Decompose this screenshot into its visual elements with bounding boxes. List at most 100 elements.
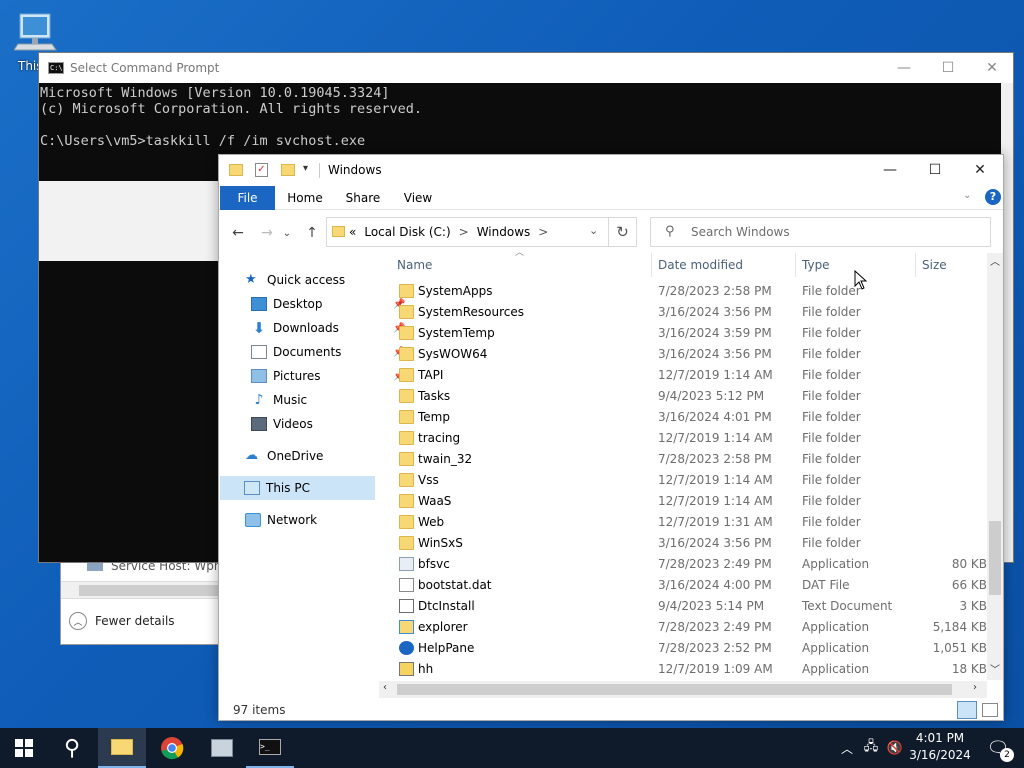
nav-music[interactable]: ♪ Music <box>251 388 308 412</box>
show-hidden-icons-button[interactable]: ︿ <box>838 728 856 768</box>
list-item[interactable]: Temp 3/16/2024 4:01 PM File folder <box>391 407 987 428</box>
maximize-button[interactable]: ☐ <box>925 53 971 83</box>
breadcrumb-separator[interactable]: > <box>538 225 548 239</box>
cmd-icon: C:\ <box>48 62 64 74</box>
taskbar-command-prompt[interactable]: >_ <box>246 728 294 768</box>
forward-arrow-icon[interactable]: → <box>257 223 277 243</box>
maximize-button[interactable]: ☐ <box>912 155 958 185</box>
file-explorer-window[interactable]: ✓ ▾ Windows — ☐ ✕ File Home Share View ⌄… <box>218 154 1004 721</box>
nav-documents[interactable]: Documents📌 <box>251 340 405 364</box>
recent-locations-icon[interactable]: ⌄ <box>281 223 293 243</box>
file-date-modified: 3/16/2024 4:00 PM <box>658 578 772 592</box>
refresh-button[interactable]: ↻ <box>609 217 637 247</box>
nav-downloads[interactable]: ⬇Downloads📌 <box>251 316 406 340</box>
list-item[interactable]: bfsvc 7/28/2023 2:49 PM Application 80 KB <box>391 554 987 575</box>
up-arrow-icon[interactable]: ↑ <box>302 223 322 243</box>
horizontal-scrollbar[interactable]: ‹ › <box>379 681 987 698</box>
documents-icon <box>251 345 267 359</box>
windows-logo-icon <box>15 739 33 757</box>
scroll-left-icon[interactable]: ‹ <box>383 682 387 693</box>
tab-share[interactable]: Share <box>339 186 387 210</box>
search-box[interactable]: ⚲ Search Windows <box>650 217 991 247</box>
list-item[interactable]: Web 12/7/2019 1:31 AM File folder <box>391 512 987 533</box>
explorer-title-bar[interactable]: ✓ ▾ Windows — ☐ ✕ <box>219 155 1003 186</box>
system-clock[interactable]: 4:01 PM 3/16/2024 <box>906 730 974 764</box>
list-item[interactable]: WinSxS 3/16/2024 3:56 PM File folder <box>391 533 987 554</box>
nav-network[interactable]: Network <box>245 508 317 532</box>
list-item[interactable]: DtcInstall 9/4/2023 5:14 PM Text Document 3… <box>391 596 987 617</box>
address-overflow[interactable]: « <box>349 225 356 239</box>
breadcrumb-separator[interactable]: > <box>459 225 469 239</box>
column-date-modified[interactable]: Date modified <box>652 253 796 277</box>
list-item[interactable]: SystemTemp 3/16/2024 3:59 PM File folder <box>391 323 987 344</box>
scroll-right-icon[interactable]: › <box>973 682 977 693</box>
minimize-button[interactable]: — <box>867 155 913 185</box>
file-date-modified: 7/28/2023 2:49 PM <box>658 557 772 571</box>
list-item[interactable]: tracing 12/7/2019 1:14 AM File folder <box>391 428 987 449</box>
close-button[interactable]: ✕ <box>957 155 1003 185</box>
list-item[interactable]: twain_32 7/28/2023 2:58 PM File folder <box>391 449 987 470</box>
tab-file[interactable]: File <box>220 186 275 210</box>
folder-icon <box>399 326 414 340</box>
close-button[interactable]: ✕ <box>969 53 1015 83</box>
expand-ribbon-icon[interactable]: ⌄ <box>963 190 971 201</box>
nav-onedrive[interactable]: ☁ OneDrive <box>245 444 323 468</box>
minimize-button[interactable]: — <box>881 53 927 83</box>
nav-desktop[interactable]: Desktop 📌 <box>251 292 405 316</box>
address-bar[interactable]: « Local Disk (C:) > Windows > ⌄ <box>326 217 609 247</box>
videos-icon <box>251 417 267 431</box>
nav-pictures[interactable]: Pictures📌 <box>251 364 405 388</box>
address-row: ← → ⌄ ↑ « Local Disk (C:) > Windows > ⌄ … <box>219 215 1003 249</box>
taskbar-task-manager[interactable] <box>198 728 246 768</box>
file-date-modified: 12/7/2019 1:31 AM <box>658 515 773 529</box>
help-icon[interactable]: ? <box>985 189 1001 205</box>
speaker-muted-icon: 🔇 <box>886 740 904 756</box>
tab-home[interactable]: Home <box>281 186 329 210</box>
breadcrumb-local-disk[interactable]: Local Disk (C:) <box>364 225 450 239</box>
list-item[interactable]: Vss 12/7/2019 1:14 AM File folder <box>391 470 987 491</box>
chevron-down-icon[interactable]: ⌄ <box>589 224 598 237</box>
new-folder-icon[interactable] <box>281 164 295 176</box>
list-item[interactable]: SysWOW64 3/16/2024 3:56 PM File folder <box>391 344 987 365</box>
list-item[interactable]: bootstat.dat 3/16/2024 4:00 PM DAT File 66 … <box>391 575 987 596</box>
breadcrumb-windows[interactable]: Windows <box>477 225 531 239</box>
list-item[interactable]: SystemApps 7/28/2023 2:58 PM File folder <box>391 281 987 302</box>
file-icon <box>399 557 414 571</box>
taskbar-file-explorer[interactable] <box>98 728 146 768</box>
start-button[interactable] <box>0 728 48 768</box>
search-button[interactable]: ⚲ <box>48 728 96 768</box>
list-item[interactable]: Tasks 9/4/2023 5:12 PM File folder <box>391 386 987 407</box>
vertical-scrollbar[interactable]: ︿ ﹀ <box>987 253 1003 680</box>
column-size[interactable]: Size <box>916 253 989 277</box>
fewer-details-button[interactable]: ︿ Fewer details <box>69 611 175 631</box>
scroll-down-icon[interactable]: ﹀ <box>990 661 1000 676</box>
file-name: WaaS <box>418 494 452 508</box>
network-status[interactable]: 🖧 <box>860 728 882 768</box>
details-view-button[interactable] <box>957 701 977 719</box>
properties-icon[interactable]: ✓ <box>255 163 268 177</box>
nav-quick-access[interactable]: ★ Quick access <box>245 268 345 292</box>
cmd-title-bar[interactable]: C:\ Select Command Prompt — ☐ ✕ <box>39 53 1013 83</box>
list-item[interactable]: SystemResources 3/16/2024 3:56 PM File fol… <box>391 302 987 323</box>
tab-view[interactable]: View <box>395 186 441 210</box>
nav-videos[interactable]: Videos <box>251 412 313 436</box>
taskbar-chrome[interactable] <box>148 728 196 768</box>
column-name[interactable]: Name <box>391 253 652 277</box>
list-item[interactable]: TAPI 12/7/2019 1:14 AM File folder <box>391 365 987 386</box>
nav-this-pc[interactable]: This PC <box>220 476 375 500</box>
list-item[interactable]: HelpPane 7/28/2023 2:52 PM Application 1,05… <box>391 638 987 659</box>
file-date-modified: 3/16/2024 3:56 PM <box>658 305 772 319</box>
list-item[interactable]: explorer 7/28/2023 2:49 PM Application 5,18… <box>391 617 987 638</box>
file-name: HelpPane <box>418 641 475 655</box>
list-item[interactable]: hh 12/7/2019 1:09 AM Application 18 KB <box>391 659 987 680</box>
back-arrow-icon[interactable]: ← <box>228 223 248 243</box>
scroll-up-icon[interactable]: ︿ <box>990 253 1000 268</box>
file-date-modified: 12/7/2019 1:14 AM <box>658 368 773 382</box>
list-item[interactable]: WaaS 12/7/2019 1:14 AM File folder <box>391 491 987 512</box>
desktop-icon <box>251 297 267 311</box>
action-center-button[interactable]: 🗨 2 <box>980 728 1016 768</box>
folder-icon <box>399 389 414 403</box>
customize-quick-access-icon[interactable]: ▾ <box>303 163 308 174</box>
large-icons-view-button[interactable] <box>982 703 998 717</box>
volume-control[interactable]: 🔇 <box>884 728 906 768</box>
